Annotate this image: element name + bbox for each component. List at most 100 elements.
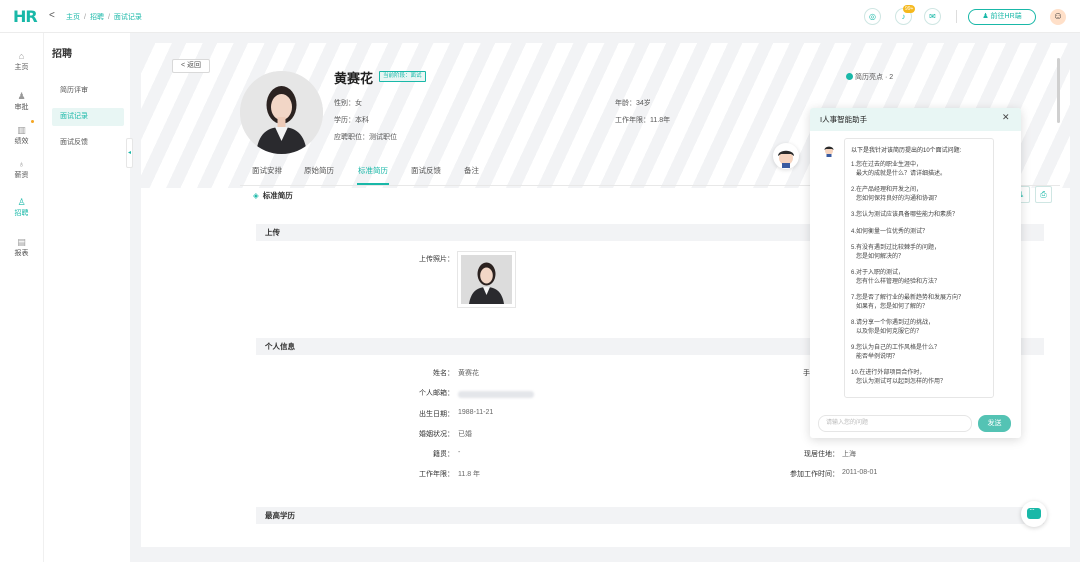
- print-icon[interactable]: ⎙: [1035, 186, 1052, 203]
- close-icon[interactable]: ✕: [1002, 112, 1010, 123]
- name-value: 黄赛花: [458, 370, 479, 377]
- candidate-years: 工作年限：11.8年: [615, 117, 671, 124]
- question-line: 6.对于入职的测试，: [851, 270, 905, 276]
- scrollbar[interactable]: [1057, 58, 1060, 123]
- mail-icon[interactable]: ✉: [924, 8, 941, 25]
- subnav-title: 招聘: [52, 49, 72, 60]
- std-title-text: 标准简历: [262, 191, 293, 200]
- assistant-bot-icon: [822, 143, 836, 157]
- collapse-sidebar-toggle[interactable]: ◂: [126, 138, 133, 168]
- question-line: 4.如何衡量一位优秀的测试？: [851, 228, 929, 235]
- breadcrumb-current: 面试记录: [113, 14, 142, 21]
- candidate-age: 年龄：34岁: [615, 100, 651, 107]
- nav-item-performance[interactable]: ▥ 绩效: [0, 125, 43, 146]
- nav-label: 招聘: [14, 210, 29, 217]
- back-button[interactable]: < 返回: [172, 59, 210, 73]
- assistant-header: I人事智能助手: [810, 108, 1021, 131]
- candidate-photo: [240, 71, 323, 154]
- question-item: 1.您在过去的职业生涯中， 最大的成就是什么？请详细描述。: [851, 161, 987, 178]
- nav-item-report[interactable]: ▤ 报表: [0, 237, 43, 258]
- nav-item-home[interactable]: ⌂ 主页: [0, 51, 43, 72]
- question-item: 9.您认为自己的工作风格是什么？ 能否举例说明？: [851, 344, 987, 361]
- tab-interview-feedback[interactable]: 面试反馈: [411, 165, 441, 176]
- nav-label: 主页: [14, 64, 29, 71]
- recruit-icon: ♙: [17, 197, 26, 207]
- candidate-gender: 性别：女: [334, 100, 362, 107]
- breadcrumb-separator: /: [84, 14, 86, 21]
- question-item: 3.您认为测试应该具备哪些能力和素质？: [851, 211, 987, 220]
- back-chevron-icon[interactable]: <: [49, 10, 55, 21]
- question-item: 7.您是否了解行业的最新趋势和发展方向？ 如果有，您是如何了解的？: [851, 294, 987, 311]
- question-line: 您有什么样管理的经验和方法？: [856, 278, 941, 285]
- layers-icon: ◈: [253, 191, 259, 200]
- upload-photo-label: 上传照片：: [419, 256, 454, 263]
- resume-highlight[interactable]: 简历亮点 · 2: [846, 72, 893, 82]
- user-avatar[interactable]: ☺: [1050, 9, 1066, 25]
- assistant-avatar-icon[interactable]: [773, 143, 799, 169]
- home-icon: ⌂: [18, 51, 25, 61]
- email-value-redacted: [458, 391, 534, 398]
- breadcrumb-separator: /: [107, 14, 110, 21]
- back-label: 返回: [187, 62, 202, 69]
- nav-item-salary[interactable]: ♁ 薪资: [0, 159, 43, 180]
- work-years-value: 11.8 年: [458, 471, 481, 478]
- ai-assistant-panel: I人事智能助手 ✕ 以下是我针对该简历提出的10个面试问题: 1.您在过去的职业…: [810, 108, 1021, 438]
- question-line: 7.您是否了解行业的最新趋势和发展方向？: [851, 295, 965, 301]
- question-item: 2.在产品经理和开发之间， 您如何保持良好的沟通和协调？: [851, 186, 987, 203]
- chat-bubble-icon[interactable]: [1021, 501, 1047, 527]
- question-line: 2.在产品经理和开发之间，: [851, 187, 923, 193]
- bot-face: [824, 146, 834, 157]
- question-line: 您是如何解决的？: [856, 253, 905, 260]
- candidate-name: 黄赛花: [334, 71, 374, 86]
- check-icon: [846, 73, 853, 80]
- question-line: 5.有没有遇到过比较棘手的问题，: [851, 245, 941, 251]
- marital-label: 婚姻状况：: [419, 431, 454, 438]
- app-logo[interactable]: HR: [13, 7, 38, 26]
- origin-value: -: [458, 449, 461, 456]
- send-button[interactable]: 发送: [978, 415, 1011, 432]
- goto-hr-button[interactable]: ♟ 前往HR端: [968, 9, 1036, 25]
- tab-notes[interactable]: 备注: [464, 165, 479, 176]
- question-item: 6.对于入职的测试， 您有什么样管理的经验和方法？: [851, 269, 987, 286]
- nav-alert-dot: [31, 120, 34, 123]
- highlight-text: 简历亮点 · 2: [855, 74, 894, 81]
- subnav-item-resume-review[interactable]: 简历评审: [52, 82, 124, 100]
- candidate-position: 应聘职位：测试职位: [334, 134, 397, 141]
- work-start-value: 2011-08-01: [842, 469, 878, 476]
- candidate-portrait-image: [240, 71, 323, 154]
- stage-tag: 当前阶段：面试: [379, 71, 426, 82]
- chat-dots: [1027, 505, 1041, 519]
- breadcrumb-recruit[interactable]: 招聘: [90, 14, 104, 21]
- question-line: 最大的成就是什么？请详细描述。: [856, 170, 947, 177]
- help-icon[interactable]: ◎: [864, 8, 881, 25]
- question-line: 1.您在过去的职业生涯中，: [851, 162, 923, 168]
- tab-interview-schedule[interactable]: 面试安排: [252, 165, 282, 176]
- standard-resume-title: ◈ 标准简历: [253, 190, 293, 201]
- subnav-item-interview-records[interactable]: 面试记录: [52, 108, 124, 126]
- question-item: 8.请分享一个你遇到过的挑战， 以及你是如何克服它的？: [851, 319, 987, 336]
- sub-nav: 招聘 简历评审 面试记录 面试反馈: [43, 33, 130, 562]
- notification-badge: 99+: [903, 5, 916, 13]
- report-icon: ▤: [17, 237, 26, 247]
- goto-hr-label: 前往HR端: [990, 13, 1022, 20]
- nav-item-recruit[interactable]: ♙ 招聘: [0, 197, 43, 218]
- email-label: 个人邮箱：: [419, 390, 454, 397]
- assistant-title: I人事智能助手: [820, 115, 868, 124]
- uploaded-photo[interactable]: [457, 251, 516, 308]
- nav-item-approval[interactable]: ♟ 审批: [0, 91, 43, 112]
- origin-label: 籍贯：: [433, 451, 454, 458]
- person-icon: ♟: [17, 91, 26, 101]
- breadcrumb-home[interactable]: 主页: [66, 14, 80, 21]
- assistant-message: 以下是我针对该简历提出的10个面试问题: 1.您在过去的职业生涯中， 最大的成就是…: [844, 138, 994, 398]
- work-years-label: 工作年限：: [419, 471, 454, 478]
- subnav-item-interview-feedback[interactable]: 面试反馈: [52, 134, 124, 152]
- question-line: 能否举例说明？: [856, 353, 899, 360]
- section-highest-education: 最高学历: [256, 507, 1044, 524]
- question-line: 9.您认为自己的工作风格是什么？: [851, 345, 941, 351]
- tab-original-resume[interactable]: 原始简历: [304, 165, 334, 176]
- question-line: 您如何保持良好的沟通和协调？: [856, 195, 941, 202]
- tab-standard-resume[interactable]: 标准简历: [358, 165, 388, 176]
- residence-value: 上海: [842, 451, 856, 458]
- nav-label: 绩效: [14, 138, 29, 145]
- assistant-question-input[interactable]: 请输入您的问题: [818, 415, 972, 432]
